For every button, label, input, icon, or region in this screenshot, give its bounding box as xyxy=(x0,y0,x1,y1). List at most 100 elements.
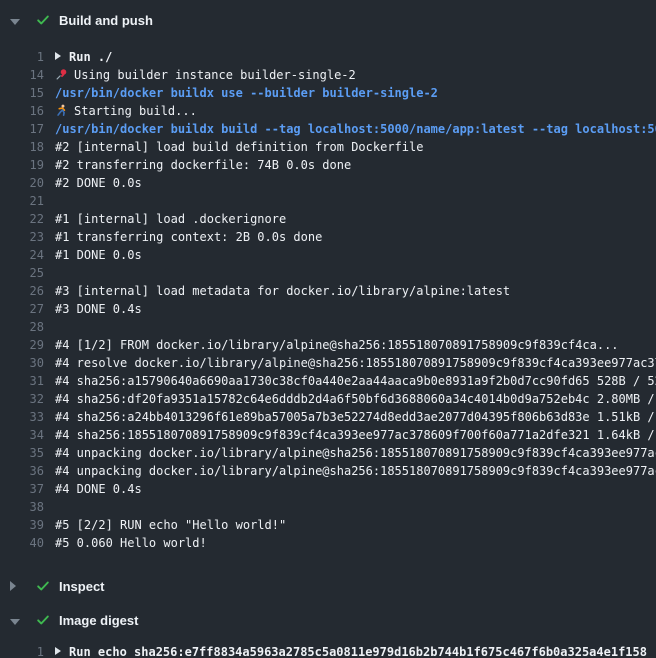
section-title: Image digest xyxy=(59,613,138,628)
line-text-content: #1 transferring context: 2B 0.0s done xyxy=(55,230,322,244)
log-line: 37 #4 DONE 0.4s xyxy=(0,480,656,498)
runner-icon xyxy=(55,104,69,120)
line-number[interactable]: 31 xyxy=(0,372,44,390)
line-text-content: #4 sha256:a15790640a6690aa1730c38cf0a440… xyxy=(55,374,656,388)
line-number[interactable]: 25 xyxy=(0,264,44,282)
chevron-down-icon[interactable] xyxy=(10,613,22,628)
line-number[interactable]: 39 xyxy=(0,516,44,534)
line-text: #3 DONE 0.4s xyxy=(44,300,142,318)
line-text-content: /usr/bin/docker buildx build --tag local… xyxy=(55,122,656,136)
success-check-icon xyxy=(36,579,50,593)
line-text: Using builder instance builder-single-2 xyxy=(44,66,356,84)
line-text-content: #1 DONE 0.0s xyxy=(55,248,142,262)
line-number[interactable]: 22 xyxy=(0,210,44,228)
line-text-content: #4 unpacking docker.io/library/alpine@sh… xyxy=(55,446,656,460)
line-number[interactable]: 15 xyxy=(0,84,44,102)
chevron-right-icon[interactable] xyxy=(10,579,22,594)
line-number[interactable]: 40 xyxy=(0,534,44,552)
line-number[interactable]: 34 xyxy=(0,426,44,444)
line-text: #1 [internal] load .dockerignore xyxy=(44,210,286,228)
line-number[interactable]: 35 xyxy=(0,444,44,462)
line-number[interactable]: 36 xyxy=(0,462,44,480)
line-number[interactable]: 1 xyxy=(0,643,44,658)
line-text: #4 unpacking docker.io/library/alpine@sh… xyxy=(44,462,656,480)
log-line: 28 xyxy=(0,318,656,336)
line-number[interactable]: 38 xyxy=(0,498,44,516)
line-text: #1 DONE 0.0s xyxy=(44,246,142,264)
line-text: #5 [2/2] RUN echo "Hello world!" xyxy=(44,516,286,534)
line-number[interactable]: 37 xyxy=(0,480,44,498)
line-text: Run ./ xyxy=(44,48,112,66)
line-text xyxy=(44,498,55,516)
line-text: #3 [internal] load metadata for docker.i… xyxy=(44,282,510,300)
line-number[interactable]: 33 xyxy=(0,408,44,426)
line-text-content: Run ./ xyxy=(69,50,112,64)
line-number[interactable]: 19 xyxy=(0,156,44,174)
section-body: 1 Run echo sha256:e7ff8834a5963a2785c5a08… xyxy=(0,634,656,658)
line-number[interactable]: 16 xyxy=(0,102,44,120)
line-text-content: #2 DONE 0.0s xyxy=(55,176,142,190)
log-line: 32#4 sha256:df20fa9351a15782c64e6dddb2d4… xyxy=(0,390,656,408)
line-text: #4 DONE 0.4s xyxy=(44,480,142,498)
workflow-log-viewer: Build and push 1 Run ./ 14Using builder ins… xyxy=(0,0,656,658)
line-text: #4 sha256:df20fa9351a15782c64e6dddb2d4a6… xyxy=(44,390,656,408)
log-line: 34#4 sha256:185518070891758909c9f839cf4c… xyxy=(0,426,656,444)
section-header[interactable]: Image digest xyxy=(0,606,656,634)
line-text: /usr/bin/docker buildx use --builder bui… xyxy=(44,84,438,102)
log-section-image-digest: Image digest 1 Run echo sha256:e7ff8834a59… xyxy=(0,606,656,658)
line-number[interactable]: 18 xyxy=(0,138,44,156)
log-line: 14Using builder instance builder-single-… xyxy=(0,66,656,84)
section-title: Build and push xyxy=(59,13,153,28)
line-text-content: Run echo sha256:e7ff8834a5963a2785c5a081… xyxy=(69,645,647,658)
line-number[interactable]: 27 xyxy=(0,300,44,318)
line-text: #2 DONE 0.0s xyxy=(44,174,142,192)
line-number[interactable]: 28 xyxy=(0,318,44,336)
line-number[interactable]: 30 xyxy=(0,354,44,372)
line-text xyxy=(44,318,55,336)
section-header[interactable]: Inspect xyxy=(0,572,656,600)
line-number[interactable]: 1 xyxy=(0,48,44,66)
log-line: 31 #4 sha256:a15790640a6690aa1730c38cf0a4… xyxy=(0,372,656,390)
log-section-build-and-push: Build and push 1 Run ./ 14Using builder ins… xyxy=(0,6,656,566)
log-line: 22#1 [internal] load .dockerignore xyxy=(0,210,656,228)
line-number[interactable]: 26 xyxy=(0,282,44,300)
line-text-content: #5 0.060 Hello world! xyxy=(55,536,207,550)
line-text xyxy=(44,264,55,282)
line-text-content: #2 [internal] load build definition from… xyxy=(55,140,423,154)
expand-group-arrow-icon[interactable] xyxy=(55,52,61,60)
log-line: 15/usr/bin/docker buildx use --builder b… xyxy=(0,84,656,102)
line-number[interactable]: 24 xyxy=(0,246,44,264)
line-text-content: #4 resolve docker.io/library/alpine@sha2… xyxy=(55,356,656,370)
success-check-icon xyxy=(36,613,50,627)
line-text: #5 0.060 Hello world! xyxy=(44,534,207,552)
line-text xyxy=(44,192,55,210)
line-text-content: Starting build... xyxy=(74,104,197,118)
line-text-content: #4 unpacking docker.io/library/alpine@sh… xyxy=(55,464,656,478)
line-text: Run echo sha256:e7ff8834a5963a2785c5a081… xyxy=(44,643,647,658)
line-number[interactable]: 14 xyxy=(0,66,44,84)
log-line: 18 #2 [internal] load build definition fr… xyxy=(0,138,656,156)
line-text-content: #3 DONE 0.4s xyxy=(55,302,142,316)
log-section-inspect: Inspect xyxy=(0,572,656,600)
line-number[interactable]: 23 xyxy=(0,228,44,246)
expand-group-arrow-icon[interactable] xyxy=(55,647,61,655)
line-number[interactable]: 32 xyxy=(0,390,44,408)
line-number[interactable]: 20 xyxy=(0,174,44,192)
log-line: 1 Run ./ xyxy=(0,48,656,66)
line-text: /usr/bin/docker buildx build --tag local… xyxy=(44,120,656,138)
line-text: #4 sha256:a24bb4013296f61e89ba57005a7b3e… xyxy=(44,408,656,426)
line-text: #4 unpacking docker.io/library/alpine@sh… xyxy=(44,444,656,462)
log-line: 25 xyxy=(0,264,656,282)
line-text: #4 [1/2] FROM docker.io/library/alpine@s… xyxy=(44,336,619,354)
section-header[interactable]: Build and push xyxy=(0,6,656,34)
line-text: #1 transferring context: 2B 0.0s done xyxy=(44,228,322,246)
line-text-content: #2 transferring dockerfile: 74B 0.0s don… xyxy=(55,158,351,172)
line-text-content: #4 DONE 0.4s xyxy=(55,482,142,496)
chevron-down-icon[interactable] xyxy=(10,13,22,28)
line-number[interactable]: 21 xyxy=(0,192,44,210)
log-line: 21 xyxy=(0,192,656,210)
log-line: 20 #2 DONE 0.0s xyxy=(0,174,656,192)
line-number[interactable]: 29 xyxy=(0,336,44,354)
log-line: 17/usr/bin/docker buildx build --tag loc… xyxy=(0,120,656,138)
line-number[interactable]: 17 xyxy=(0,120,44,138)
